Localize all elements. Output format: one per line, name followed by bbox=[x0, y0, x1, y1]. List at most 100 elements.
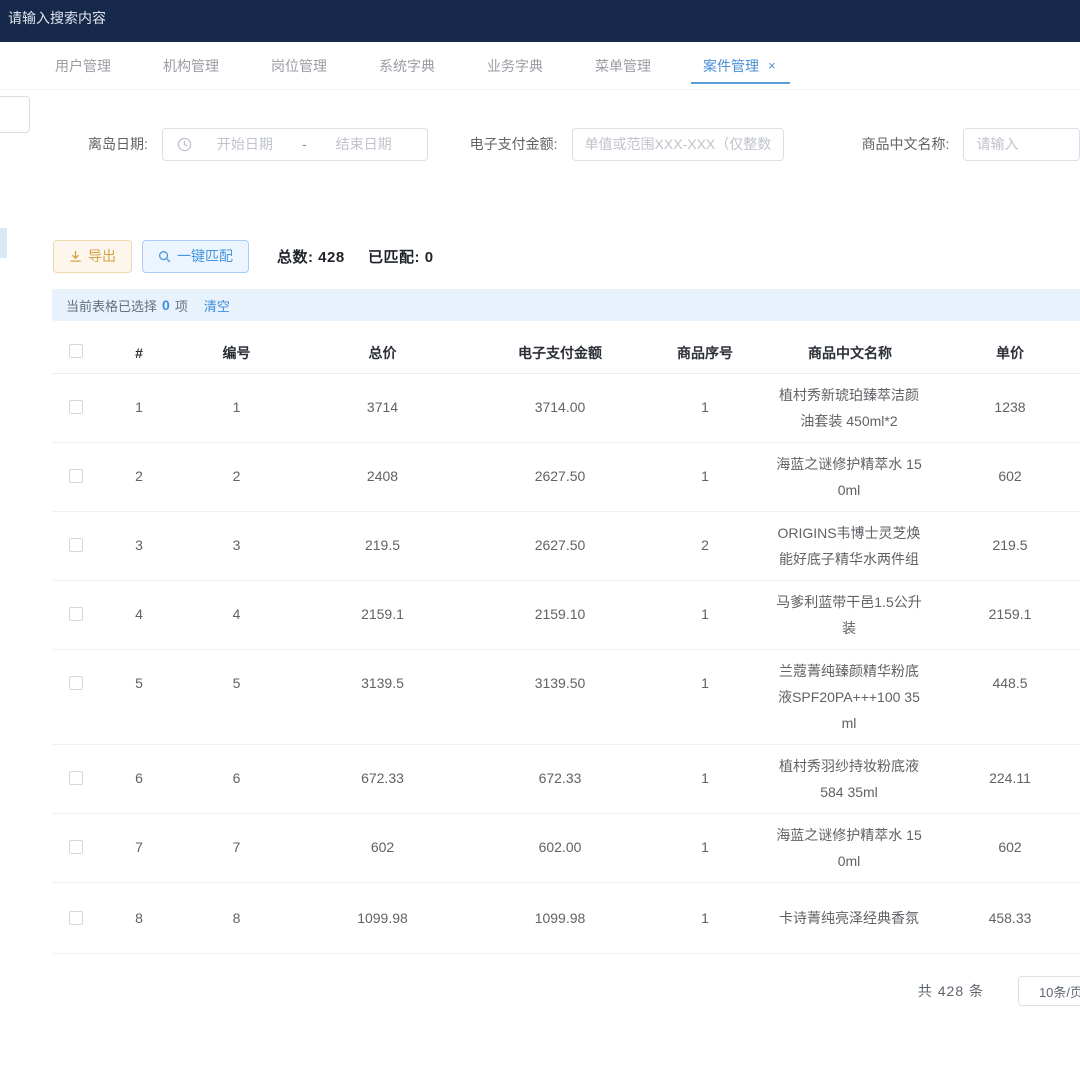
row-checkbox-cell[interactable] bbox=[52, 511, 100, 580]
cell-index: 3 bbox=[100, 511, 178, 580]
clock-icon bbox=[177, 137, 192, 152]
nav-tab[interactable]: 案件管理 × bbox=[703, 42, 776, 89]
start-date-input[interactable]: 开始日期 bbox=[192, 134, 298, 154]
export-button[interactable]: 导出 bbox=[53, 240, 132, 273]
tab-label: 系统字典 bbox=[379, 56, 435, 76]
nav-tab[interactable]: 系统字典 bbox=[379, 42, 435, 89]
select-all-checkbox-cell[interactable] bbox=[52, 333, 100, 373]
amount-filter-label: 电子支付金额: bbox=[470, 134, 558, 154]
global-search-input[interactable]: 请输入搜索内容 bbox=[8, 10, 106, 26]
cell-total: 602 bbox=[295, 813, 470, 882]
cell-epay: 672.33 bbox=[470, 744, 650, 813]
tab-bar: 用户管理 机构管理 岗位管理 系统字典 业务字典 菜单管理 案件管理 × bbox=[0, 42, 1080, 90]
row-checkbox[interactable] bbox=[69, 538, 83, 552]
table-row: 1 1 3714 3714.00 1 植村秀新琥珀臻萃洁颜油套装 450ml*2… bbox=[52, 373, 1080, 442]
selection-suffix: 项 bbox=[175, 296, 188, 315]
tab-close-icon[interactable]: × bbox=[768, 58, 776, 73]
clear-selection-link[interactable]: 清空 bbox=[204, 296, 230, 315]
nav-tab[interactable]: 岗位管理 bbox=[271, 42, 327, 89]
row-checkbox[interactable] bbox=[69, 676, 83, 690]
col-header-index: # bbox=[100, 333, 178, 373]
nav-tab[interactable]: 用户管理 bbox=[55, 42, 111, 89]
tab-label: 机构管理 bbox=[163, 56, 219, 76]
select-all-checkbox[interactable] bbox=[69, 344, 83, 358]
cell-seq: 2 bbox=[650, 511, 760, 580]
nav-tab[interactable]: 业务字典 bbox=[487, 42, 543, 89]
end-date-input[interactable]: 结束日期 bbox=[311, 134, 417, 154]
cell-product-name: 海蓝之谜修护精萃水 150ml bbox=[760, 442, 940, 511]
table-row: 2 2 2408 2627.50 1 海蓝之谜修护精萃水 150ml 602 bbox=[52, 442, 1080, 511]
one-key-match-button[interactable]: 一键匹配 bbox=[142, 240, 249, 273]
cell-seq: 1 bbox=[650, 649, 760, 744]
col-header-epay: 电子支付金额 bbox=[470, 333, 650, 373]
nav-tab[interactable]: 机构管理 bbox=[163, 42, 219, 89]
filter-row: 离岛日期: 开始日期 - 结束日期 电子支付金额: 单值或范围XXX-XXX（仅… bbox=[0, 127, 1080, 161]
cell-unit-price: 219.5 bbox=[940, 511, 1080, 580]
row-checkbox-cell[interactable] bbox=[52, 373, 100, 442]
table-row: 5 5 3139.5 3139.50 1 兰蔻菁纯臻颜精华粉底液SPF20PA+… bbox=[52, 649, 1080, 744]
cell-code: 6 bbox=[178, 744, 295, 813]
cell-index: 2 bbox=[100, 442, 178, 511]
row-checkbox[interactable] bbox=[69, 840, 83, 854]
cell-index: 8 bbox=[100, 882, 178, 953]
nav-tab[interactable]: 菜单管理 bbox=[595, 42, 651, 89]
table-header-row: # 编号 总价 电子支付金额 商品序号 商品中文名称 单价 bbox=[52, 333, 1080, 373]
row-checkbox[interactable] bbox=[69, 911, 83, 925]
cell-code: 1 bbox=[178, 373, 295, 442]
cell-seq: 1 bbox=[650, 580, 760, 649]
row-checkbox-cell[interactable] bbox=[52, 813, 100, 882]
match-button-label: 一键匹配 bbox=[177, 246, 233, 266]
cell-unit-price: 458.33 bbox=[940, 882, 1080, 953]
cell-code: 4 bbox=[178, 580, 295, 649]
cell-index: 7 bbox=[100, 813, 178, 882]
row-checkbox-cell[interactable] bbox=[52, 744, 100, 813]
export-button-label: 导出 bbox=[88, 246, 116, 266]
cell-index: 6 bbox=[100, 744, 178, 813]
row-checkbox-cell[interactable] bbox=[52, 442, 100, 511]
row-checkbox[interactable] bbox=[69, 469, 83, 483]
cell-unit-price: 448.5 bbox=[940, 649, 1080, 744]
col-header-total: 总价 bbox=[295, 333, 470, 373]
row-checkbox[interactable] bbox=[69, 400, 83, 414]
cell-unit-price: 602 bbox=[940, 813, 1080, 882]
cell-product-name: 植村秀新琥珀臻萃洁颜油套装 450ml*2 bbox=[760, 373, 940, 442]
cell-total: 2159.1 bbox=[295, 580, 470, 649]
cropped-panel-fragment bbox=[0, 96, 30, 133]
selection-bar: 当前表格已选择 0 项 清空 bbox=[52, 289, 1080, 321]
cell-seq: 1 bbox=[650, 373, 760, 442]
total-value: 428 bbox=[318, 249, 345, 266]
cell-code: 3 bbox=[178, 511, 295, 580]
cell-epay: 602.00 bbox=[470, 813, 650, 882]
row-checkbox-cell[interactable] bbox=[52, 580, 100, 649]
cell-code: 8 bbox=[178, 882, 295, 953]
cell-index: 1 bbox=[100, 373, 178, 442]
table-row: 4 4 2159.1 2159.10 1 马爹利蓝带干邑1.5公升装 2159.… bbox=[52, 580, 1080, 649]
date-separator: - bbox=[298, 136, 311, 152]
cell-index: 5 bbox=[100, 649, 178, 744]
toolbar: 导出 一键匹配 总数: 428 已匹配: 0 bbox=[0, 239, 1080, 273]
cell-index: 4 bbox=[100, 580, 178, 649]
product-name-input[interactable]: 请输入 bbox=[963, 128, 1080, 161]
match-stats: 总数: 428 已匹配: 0 bbox=[277, 246, 434, 267]
tab-label: 用户管理 bbox=[55, 56, 111, 76]
pagination-total: 共 428 条 bbox=[918, 981, 984, 1001]
cell-product-name: 海蓝之谜修护精萃水 150ml bbox=[760, 813, 940, 882]
pagination-bar: 共 428 条 10条/页 bbox=[0, 976, 1080, 1006]
selection-prefix: 当前表格已选择 bbox=[66, 296, 157, 315]
cell-product-name: 植村秀羽纱持妆粉底液 584 35ml bbox=[760, 744, 940, 813]
date-range-picker[interactable]: 开始日期 - 结束日期 bbox=[162, 128, 428, 161]
row-checkbox-cell[interactable] bbox=[52, 882, 100, 953]
page-size-select[interactable]: 10条/页 bbox=[1018, 976, 1080, 1006]
cell-unit-price: 2159.1 bbox=[940, 580, 1080, 649]
cell-seq: 1 bbox=[650, 442, 760, 511]
row-checkbox[interactable] bbox=[69, 771, 83, 785]
cell-seq: 1 bbox=[650, 813, 760, 882]
total-label: 总数: bbox=[277, 249, 314, 266]
cell-total: 672.33 bbox=[295, 744, 470, 813]
amount-input[interactable]: 单值或范围XXX-XXX（仅整数 bbox=[572, 128, 784, 161]
cell-epay: 3714.00 bbox=[470, 373, 650, 442]
row-checkbox-cell[interactable] bbox=[52, 649, 100, 744]
cell-unit-price: 602 bbox=[940, 442, 1080, 511]
cell-epay: 2627.50 bbox=[470, 442, 650, 511]
row-checkbox[interactable] bbox=[69, 607, 83, 621]
